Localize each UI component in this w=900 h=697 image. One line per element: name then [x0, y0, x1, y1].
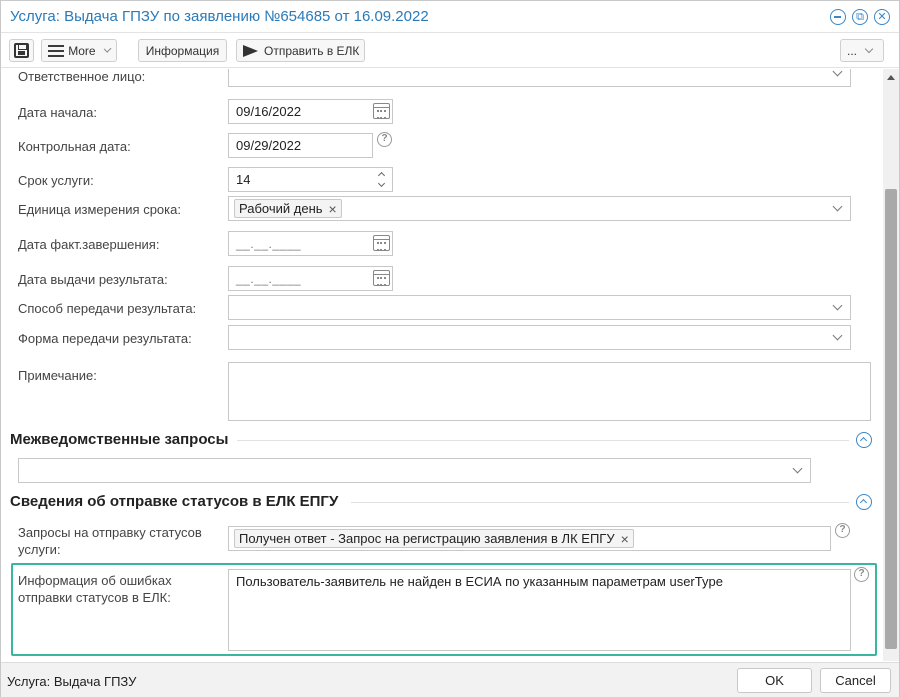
start-date-label: Дата начала: [18, 105, 97, 120]
send-icon [243, 44, 258, 57]
help-icon[interactable]: ? [835, 523, 850, 538]
save-button[interactable] [9, 39, 34, 62]
toolbar: More Информация Отправить в ЕЛК ... [1, 34, 899, 68]
status-text: Услуга: Выдача ГПЗУ [7, 674, 137, 689]
control-date-input[interactable]: 09/29/2022 [228, 133, 373, 158]
window-title: Услуга: Выдача ГПЗУ по заявлению №654685… [10, 8, 429, 25]
calendar-icon[interactable] [373, 235, 390, 251]
chevron-down-icon [792, 463, 803, 474]
error-info-label-line2: отправки статусов в ЕЛК: [18, 590, 171, 605]
chevron-down-icon [832, 330, 843, 341]
chevron-down-icon [832, 300, 843, 311]
collapse-icon[interactable] [856, 494, 872, 510]
form-content: Ответственное лицо: Дата начала: 09/16/2… [1, 69, 883, 661]
status-bar: Услуга: Выдача ГПЗУ OK Cancel [1, 662, 899, 697]
section-divider [237, 440, 849, 441]
chevron-down-icon [103, 44, 112, 54]
service-term-value: 14 [236, 172, 251, 187]
start-date-value: 09/16/2022 [236, 104, 302, 119]
send-label: Отправить в ЕЛК [264, 43, 360, 58]
overflow-menu-button[interactable]: ... [840, 39, 884, 62]
menu-icon [48, 44, 64, 57]
actual-end-input[interactable]: __.__.____ [228, 231, 393, 256]
vertical-scrollbar[interactable] [883, 69, 899, 661]
overflow-label: ... [847, 43, 858, 58]
section-divider [351, 502, 849, 503]
status-section-title: Сведения об отправке статусов в ЕЛК ЕПГУ [10, 493, 339, 510]
service-term-label: Срок услуги: [18, 173, 94, 188]
interagency-select[interactable] [18, 458, 811, 483]
more-label: More [68, 43, 96, 58]
note-textarea[interactable] [228, 362, 871, 421]
cancel-button[interactable]: Cancel [820, 668, 891, 693]
term-unit-select[interactable]: Рабочий день × [228, 196, 851, 221]
help-icon[interactable]: ? [377, 132, 392, 147]
ok-button[interactable]: OK [737, 668, 812, 693]
chevron-down-icon [864, 44, 874, 54]
transfer-method-select[interactable] [228, 295, 851, 320]
actual-end-mask: __.__.____ [236, 237, 302, 251]
remove-tag-icon[interactable]: × [621, 531, 629, 547]
status-requests-label-line1: Запросы на отправку статусов [18, 525, 202, 540]
result-date-input[interactable]: __.__.____ [228, 266, 393, 291]
service-dialog: Услуга: Выдача ГПЗУ по заявлению №654685… [0, 0, 900, 697]
error-info-value: Пользователь-заявитель не найден в ЕСИА … [236, 574, 723, 589]
calendar-icon[interactable] [373, 270, 390, 286]
responsible-select[interactable] [228, 69, 851, 87]
service-term-stepper[interactable]: 14 [228, 167, 393, 192]
chevron-down-icon [832, 201, 843, 212]
restore-icon[interactable]: ⧉ [852, 9, 868, 25]
calendar-icon[interactable] [373, 103, 390, 119]
term-unit-tag-label: Рабочий день [239, 201, 323, 216]
transfer-form-select[interactable] [228, 325, 851, 350]
control-date-value: 09/29/2022 [236, 138, 302, 153]
transfer-method-label: Способ передачи результата: [18, 301, 197, 316]
actual-end-label: Дата факт.завершения: [18, 237, 160, 252]
collapse-icon[interactable] [856, 432, 872, 448]
minimize-icon[interactable] [830, 9, 846, 25]
transfer-form-label: Форма передачи результата: [18, 331, 192, 346]
more-button[interactable]: More [41, 39, 117, 62]
start-date-input[interactable]: 09/16/2022 [228, 99, 393, 124]
title-bar: Услуга: Выдача ГПЗУ по заявлению №654685… [1, 1, 899, 33]
scroll-thumb[interactable] [885, 189, 897, 649]
status-requests-label-line2: услуги: [18, 542, 61, 557]
term-unit-tag: Рабочий день × [234, 199, 342, 218]
info-button[interactable]: Информация [138, 39, 227, 62]
error-info-textarea[interactable]: Пользователь-заявитель не найден в ЕСИА … [228, 569, 851, 651]
responsible-label: Ответственное лицо: [18, 69, 146, 84]
stepper-arrows-icon[interactable] [377, 170, 386, 189]
chevron-down-icon [832, 69, 843, 77]
status-request-tag-label: Получен ответ - Запрос на регистрацию за… [239, 531, 615, 546]
term-unit-label: Единица измерения срока: [18, 202, 181, 217]
remove-tag-icon[interactable]: × [329, 201, 337, 217]
close-icon[interactable]: ✕ [874, 9, 890, 25]
send-to-elk-button[interactable]: Отправить в ЕЛК [236, 39, 365, 62]
save-icon [14, 43, 29, 58]
help-icon[interactable]: ? [854, 567, 869, 582]
interagency-section-title: Межведомственные запросы [10, 431, 229, 448]
status-requests-select[interactable]: Получен ответ - Запрос на регистрацию за… [228, 526, 831, 551]
control-date-label: Контрольная дата: [18, 139, 131, 154]
status-request-tag: Получен ответ - Запрос на регистрацию за… [234, 529, 634, 548]
result-date-mask: __.__.____ [236, 272, 302, 286]
scroll-up-arrow-icon[interactable] [887, 75, 895, 80]
note-label: Примечание: [18, 368, 97, 383]
result-date-label: Дата выдачи результата: [18, 272, 168, 287]
error-info-label-line1: Информация об ошибках [18, 573, 172, 588]
